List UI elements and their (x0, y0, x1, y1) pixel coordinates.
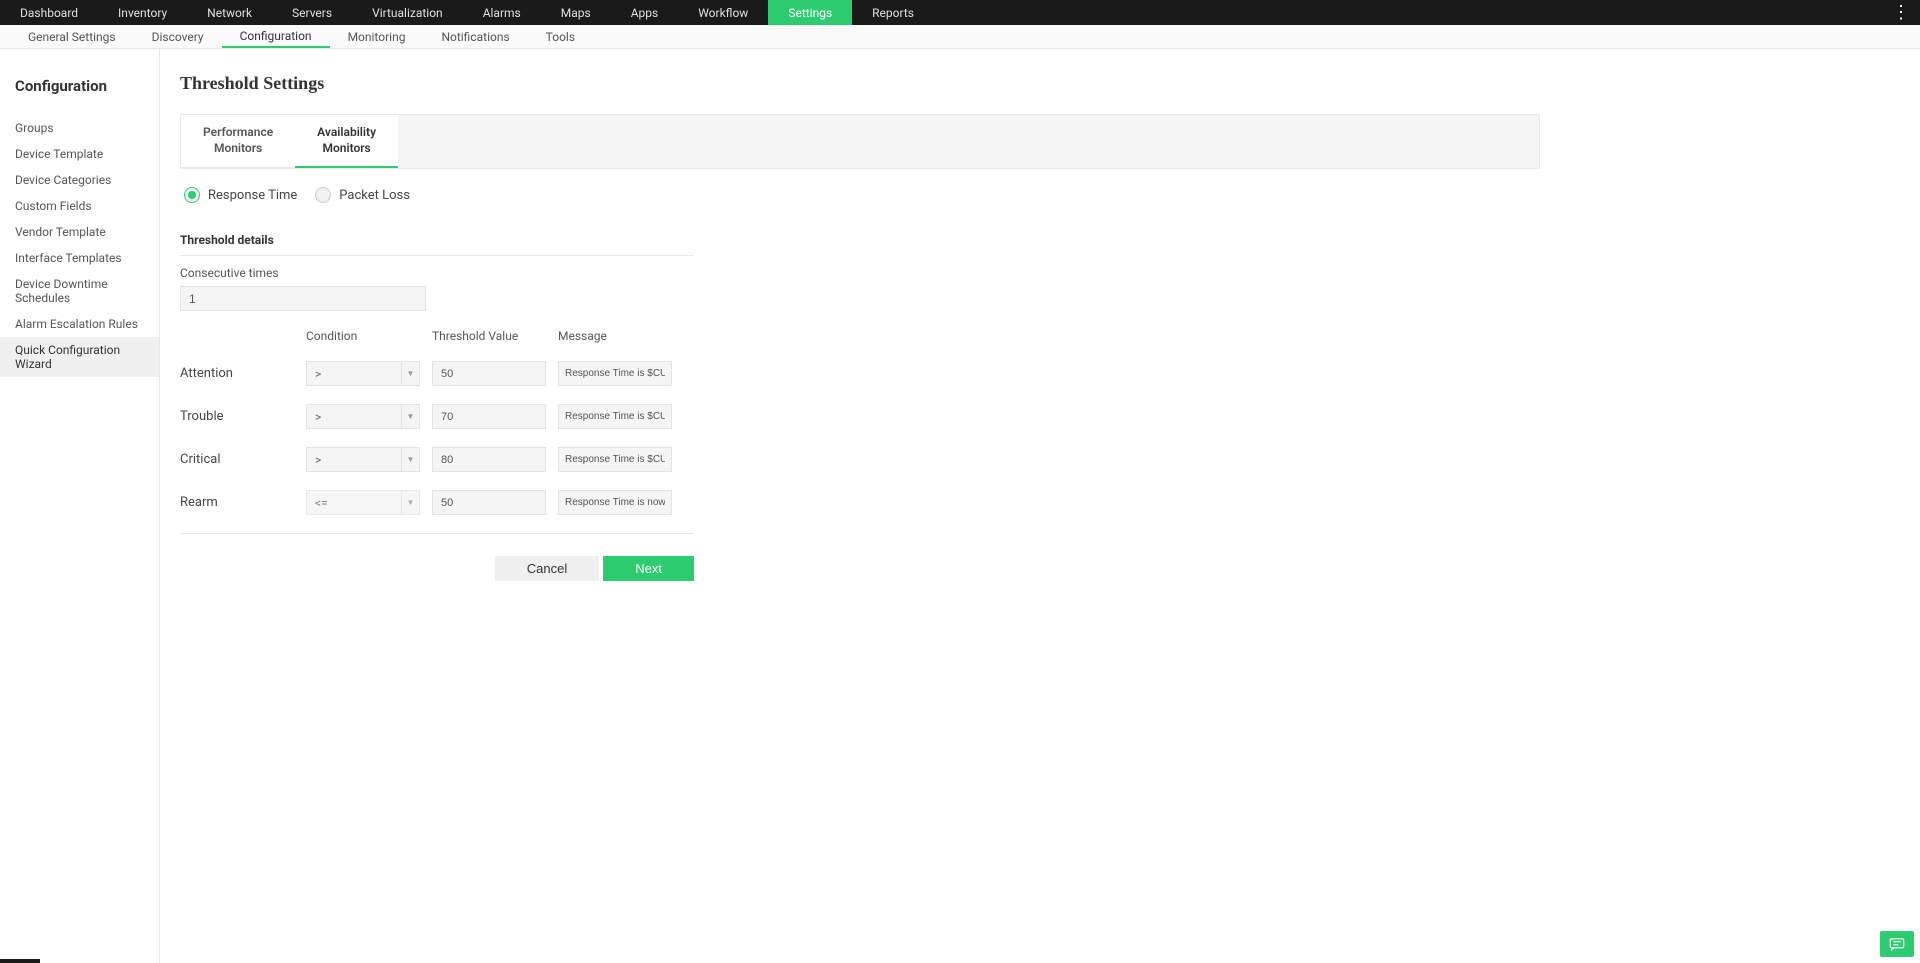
threshold-row-label: Attention (180, 366, 306, 381)
cancel-button[interactable]: Cancel (495, 556, 599, 581)
threshold-row-trouble: Trouble>▼ (180, 404, 694, 429)
chevron-down-icon: ▼ (401, 491, 419, 514)
top-nav-item-workflow[interactable]: Workflow (678, 0, 768, 25)
sub-nav-item-discovery[interactable]: Discovery (134, 25, 222, 48)
header-condition: Condition (306, 329, 432, 343)
sidebar-item-device-template[interactable]: Device Template (0, 141, 159, 167)
radio-label: Response Time (208, 188, 297, 203)
threshold-row-attention: Attention>▼ (180, 361, 694, 386)
threshold-row-rearm: Rearm<=▼ (180, 490, 694, 515)
tab-performance-monitors[interactable]: PerformanceMonitors (181, 115, 295, 168)
sub-nav-item-notifications[interactable]: Notifications (423, 25, 527, 48)
top-nav-item-maps[interactable]: Maps (541, 0, 611, 25)
header-value: Threshold Value (432, 329, 558, 343)
condition-value: > (307, 410, 401, 424)
threshold-value-input[interactable] (432, 490, 546, 515)
sidebar-item-groups[interactable]: Groups (0, 115, 159, 141)
consecutive-times-input[interactable] (180, 286, 426, 311)
condition-select[interactable]: >▼ (306, 447, 420, 472)
threshold-value-input[interactable] (432, 361, 546, 386)
top-nav-item-reports[interactable]: Reports (852, 0, 934, 25)
sub-nav-item-general-settings[interactable]: General Settings (10, 25, 134, 48)
condition-value: <= (307, 496, 401, 510)
top-nav-item-servers[interactable]: Servers (272, 0, 352, 25)
threshold-details: Threshold details Consecutive times Cond… (180, 233, 694, 581)
top-nav-item-apps[interactable]: Apps (611, 0, 679, 25)
header-message: Message (558, 329, 694, 343)
section-title: Threshold details (180, 233, 694, 256)
message-input[interactable] (558, 490, 672, 515)
radio-circle-icon (315, 187, 331, 203)
sidebar-item-alarm-escalation-rules[interactable]: Alarm Escalation Rules (0, 311, 159, 337)
chevron-down-icon: ▼ (401, 405, 419, 428)
message-input[interactable] (558, 404, 672, 429)
consecutive-times-label: Consecutive times (180, 266, 694, 280)
next-button[interactable]: Next (603, 556, 694, 581)
sidebar-title: Configuration (0, 77, 159, 115)
sub-nav-item-monitoring[interactable]: Monitoring (330, 25, 424, 48)
top-nav: DashboardInventoryNetworkServersVirtuali… (0, 0, 1920, 25)
sidebar-item-device-categories[interactable]: Device Categories (0, 167, 159, 193)
bottom-bar (0, 959, 40, 963)
message-input[interactable] (558, 447, 672, 472)
threshold-value-input[interactable] (432, 447, 546, 472)
condition-select: <=▼ (306, 490, 420, 515)
top-nav-item-dashboard[interactable]: Dashboard (0, 0, 98, 25)
sidebar-item-quick-configuration-wizard[interactable]: Quick Configuration Wizard (0, 337, 159, 377)
radio-group: Response Time Packet Loss (180, 187, 1540, 203)
more-menu-icon[interactable]: ⋮ (1892, 4, 1910, 22)
sidebar-item-interface-templates[interactable]: Interface Templates (0, 245, 159, 271)
sub-nav-item-tools[interactable]: Tools (528, 25, 593, 48)
threshold-value-input[interactable] (432, 404, 546, 429)
tab-container: PerformanceMonitorsAvailabilityMonitors (180, 114, 1540, 169)
condition-select[interactable]: >▼ (306, 361, 420, 386)
radio-response-time[interactable]: Response Time (184, 187, 297, 203)
content: Threshold Settings PerformanceMonitorsAv… (160, 49, 1560, 963)
sidebar: Configuration GroupsDevice TemplateDevic… (0, 49, 160, 963)
threshold-row-label: Critical (180, 452, 306, 467)
condition-value: > (307, 453, 401, 467)
chevron-down-icon: ▼ (401, 448, 419, 471)
sub-nav: General SettingsDiscoveryConfigurationMo… (0, 25, 1920, 49)
threshold-header: Condition Threshold Value Message (180, 329, 694, 343)
radio-label: Packet Loss (339, 188, 410, 203)
page-title: Threshold Settings (180, 73, 1540, 94)
tab-availability-monitors[interactable]: AvailabilityMonitors (295, 115, 398, 168)
top-nav-item-settings[interactable]: Settings (768, 0, 852, 25)
top-nav-item-network[interactable]: Network (187, 0, 272, 25)
condition-select[interactable]: >▼ (306, 404, 420, 429)
top-nav-item-alarms[interactable]: Alarms (463, 0, 541, 25)
threshold-row-label: Trouble (180, 409, 306, 424)
radio-circle-icon (184, 187, 200, 203)
message-input[interactable] (558, 361, 672, 386)
chat-icon (1888, 935, 1906, 953)
sidebar-item-device-downtime-schedules[interactable]: Device Downtime Schedules (0, 271, 159, 311)
condition-value: > (307, 367, 401, 381)
sidebar-item-vendor-template[interactable]: Vendor Template (0, 219, 159, 245)
top-nav-item-inventory[interactable]: Inventory (98, 0, 187, 25)
threshold-table: Condition Threshold Value Message Attent… (180, 329, 694, 515)
threshold-row-label: Rearm (180, 495, 306, 510)
sidebar-item-custom-fields[interactable]: Custom Fields (0, 193, 159, 219)
sub-nav-item-configuration[interactable]: Configuration (222, 25, 330, 48)
chevron-down-icon: ▼ (401, 362, 419, 385)
chat-widget[interactable] (1880, 931, 1914, 957)
threshold-row-critical: Critical>▼ (180, 447, 694, 472)
button-row: Cancel Next (180, 533, 694, 581)
radio-packet-loss[interactable]: Packet Loss (315, 187, 410, 203)
top-nav-item-virtualization[interactable]: Virtualization (352, 0, 463, 25)
